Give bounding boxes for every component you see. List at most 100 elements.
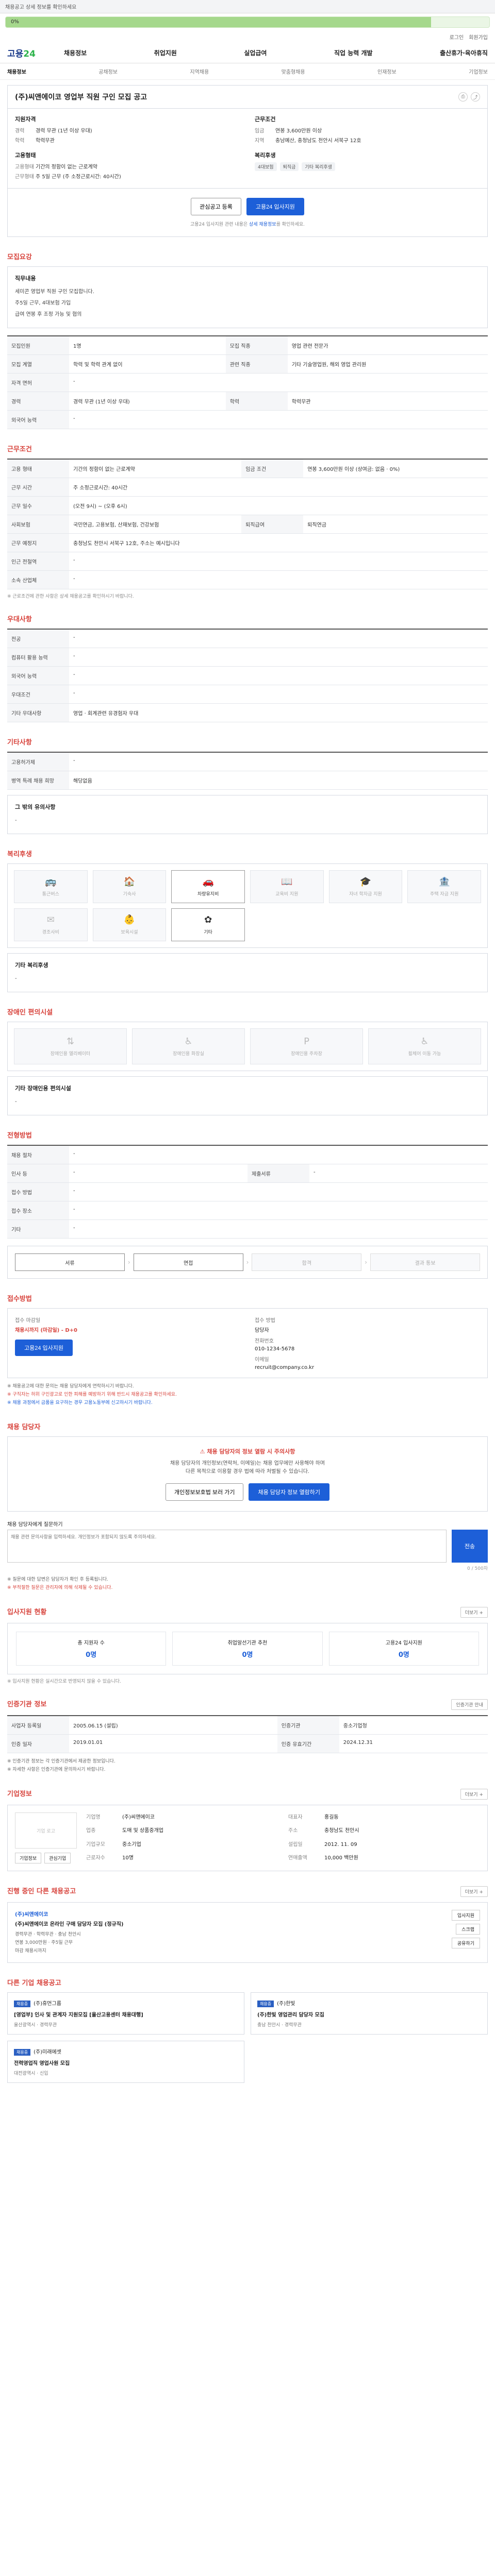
job-card-title[interactable]: [영업부] 인사 및 관계자 지원모집 [울산고용센터 채용대행] (14, 2010, 238, 2018)
job-card-meta: 충남 천안시 · 경력무관 (257, 2023, 302, 2028)
company-info-item: 연매출액 10,000 백만원 (288, 1853, 480, 1863)
accessibility-icon: ♿ (420, 1036, 429, 1047)
table-row: 인사 등 - 제출서류 - (7, 1164, 488, 1183)
nav-benefit[interactable]: 실업급여 (244, 48, 267, 57)
job-card[interactable]: 채용중 (주)미래에셋 전력영업직 영업사원 모집 대전광역시 · 신입 (7, 2041, 244, 2083)
table-row: 인증 일자 2019.01.01 인증 유효기간 2024.12.31 (7, 1734, 488, 1753)
disability-item: ⇅ 장애인용 엘리베이터 (14, 1028, 127, 1064)
row-key: 자격 면허 (7, 373, 69, 392)
nav-leave[interactable]: 출산휴가·육아휴직 (440, 48, 488, 57)
status-value: 0명 (398, 1651, 409, 1659)
company-info-key: 기업명 (86, 1815, 101, 1820)
subnav-custom[interactable]: 맞춤형채용 (282, 67, 305, 75)
subnav-public[interactable]: 공채정보 (98, 67, 118, 75)
job-card[interactable]: 채용중 (주)한빛 (주)한빛 영업관리 담당자 모집 충남 천안시 · 경력무관 (251, 1992, 488, 2035)
subnav-talent[interactable]: 인재정보 (377, 67, 397, 75)
row-value: 기타 기술영업원, 해외 영업 관리원 (287, 354, 488, 374)
row-key: 관련 직종 (225, 354, 288, 374)
job-card-title[interactable]: (주)한빛 영업관리 담당자 모집 (257, 2010, 481, 2018)
job-card-meta: 대전광역시 · 신입 (14, 2071, 48, 2076)
row-value: 해당없음 (69, 771, 488, 790)
row-key: 병역 특례 채용 희망 (7, 771, 69, 790)
company-fav-button[interactable]: 관심기업 (44, 1853, 71, 1863)
section-title-process: 전형방법 (7, 1132, 32, 1140)
welfare-icon: 🎓 (359, 876, 372, 887)
other-more-button[interactable]: 더보기 + (460, 1886, 488, 1897)
logo-main: 고용 (7, 49, 24, 59)
nav-training[interactable]: 직업 능력 개발 (334, 48, 373, 57)
scrap-button[interactable]: 관심공고 등록 (191, 198, 241, 215)
company-info-value: (주)씨앤에이코 (122, 1815, 155, 1820)
welfare-icon: 👶 (123, 914, 136, 925)
company-info-key: 주소 (288, 1828, 298, 1834)
note-line: ※ 채용 과정에서 금품을 요구하는 경우 고용노동부에 신고하시기 바랍니다. (7, 1400, 153, 1405)
welfare-icon-grid: 🚌 통근버스 🏠 기숙사 🚗 차량유지비 📖 교육비 지원 🎓 자녀 학자금 지원 🏦 주택 자금 지… (7, 863, 488, 948)
other-apply-button[interactable]: 입사지원 (451, 1910, 480, 1921)
row-key: 모집 직종 (225, 336, 288, 355)
row-value: 퇴직연금 (303, 515, 488, 534)
section-title-cert: 인증기관 정보 (7, 1701, 47, 1708)
other-title[interactable]: (주)씨앤에이코 온라인 구매 담당자 모집 (정규직) (15, 1920, 124, 1927)
company-info-button[interactable]: 기업정보 (15, 1853, 42, 1863)
question-input[interactable] (7, 1530, 447, 1563)
table-row: 컴퓨터 활용 능력 - (7, 648, 488, 667)
row-value: - (69, 685, 488, 704)
status-note: ※ 입사지원 현황은 실시간으로 반영되지 않을 수 있습니다. (7, 1679, 121, 1684)
page-title: (주)씨앤에이코 영업부 직원 구인 모집 공고 (15, 93, 147, 101)
cta-note-link[interactable]: 상세 채용정보 (249, 222, 276, 227)
subnav-company[interactable]: 기업정보 (469, 67, 488, 75)
welfare-label: 통근버스 (42, 892, 59, 897)
job-card-company: (주)휴먼그룹 (34, 2001, 61, 2007)
nav-support[interactable]: 취업지원 (154, 48, 177, 57)
job-card[interactable]: 채용중 (주)휴먼그룹 [영업부] 인사 및 관계자 지원모집 [울산고용센터 채용… (7, 1992, 244, 2035)
apply-period-label: 접수 마감일 (15, 1318, 41, 1324)
site-logo[interactable]: 고용24 (7, 46, 64, 59)
note-line: ※ 질문에 대한 답변은 담당자가 확인 후 등록됩니다. (7, 1577, 109, 1582)
subnav-jobs[interactable]: 채용정보 (7, 67, 26, 75)
row-value: - (69, 552, 488, 571)
status-item: 총 지원자 수 0명 (16, 1632, 167, 1666)
company-more-button[interactable]: 더보기 + (460, 1789, 488, 1800)
row-key: 고용 형태 (7, 459, 69, 478)
row-key: 소속 산업체 (7, 570, 69, 589)
status-label: 총 지원자 수 (77, 1640, 105, 1646)
print-icon[interactable]: ⎙ (458, 92, 468, 101)
table-row: 모집인원 1명 모집 직종 영업 관련 전문가 (7, 336, 488, 355)
apply-button[interactable]: 고용24 입사지원 (246, 198, 304, 215)
company-info-value: 홍길동 (324, 1815, 339, 1820)
row-value: 2024.12.31 (339, 1734, 488, 1753)
cert-more-button[interactable]: 인증기관 안내 (451, 1699, 488, 1710)
welfare-item: 📖 교육비 지원 (250, 870, 324, 903)
row-value: - (69, 373, 488, 392)
row-value: - (309, 1164, 488, 1183)
signup-link[interactable]: 회원가입 (469, 33, 488, 41)
welfare-item: 🏠 기숙사 (92, 870, 167, 903)
share-icon[interactable]: ⤴ (471, 92, 480, 101)
other-job-item[interactable]: (주)씨앤에이코 (주)씨앤에이코 온라인 구매 담당자 모집 (정규직) 경력… (7, 1902, 488, 1963)
company-info-item: 기업규모 중소기업 (86, 1840, 278, 1850)
benefit-chip: 4대보험 (255, 162, 277, 171)
summary-value: 연봉 3,600만원 이상 (275, 128, 322, 134)
table-row: 인근 전철역 - (7, 552, 488, 571)
job-card-title[interactable]: 전력영업직 영업사원 모집 (14, 2059, 238, 2066)
row-key: 인증기관 (277, 1716, 339, 1735)
table-row: 병역 특례 채용 희망 해당없음 (7, 771, 488, 790)
other-header: 진행 중인 다른 채용공고 더보기 + (7, 1886, 488, 1897)
apply-button-2[interactable]: 고용24 입사지원 (15, 1340, 73, 1356)
privacy-law-button[interactable]: 개인정보보호법 보러 가기 (166, 1483, 244, 1501)
other-scrap-button[interactable]: 스크랩 (456, 1924, 480, 1935)
subnav-region[interactable]: 지역채용 (190, 67, 209, 75)
login-link[interactable]: 로그인 (450, 33, 464, 41)
nav-jobs[interactable]: 채용정보 (64, 48, 87, 57)
view-manager-button[interactable]: 채용 담당자 정보 열람하기 (249, 1483, 329, 1501)
table-row: 경력 경력 무관 (1년 이상 우대) 학력 학력무관 (7, 392, 488, 411)
other-share-button[interactable]: 공유하기 (451, 1938, 480, 1948)
company-box: 기업 로고 기업정보 관심기업 기업명 (주)씨앤에이코 대표자 홍길동 업종 도매 및 상… (7, 1805, 488, 1871)
welfare-other-value: - (15, 976, 17, 981)
cert-table: 사업자 등록일 2005.06.15 (설립) 인증기관 중소기업청 인증 일자 2019… (7, 1715, 488, 1753)
status-item: 고용24 입사지원 0명 (328, 1632, 479, 1666)
status-more-button[interactable]: 더보기 + (460, 1607, 488, 1618)
question-send-button[interactable]: 전송 (452, 1530, 488, 1563)
phone-label: 전화번호 (255, 1338, 274, 1344)
top-banner-text: 채용공고 상세 정보를 확인하세요 (5, 5, 77, 10)
